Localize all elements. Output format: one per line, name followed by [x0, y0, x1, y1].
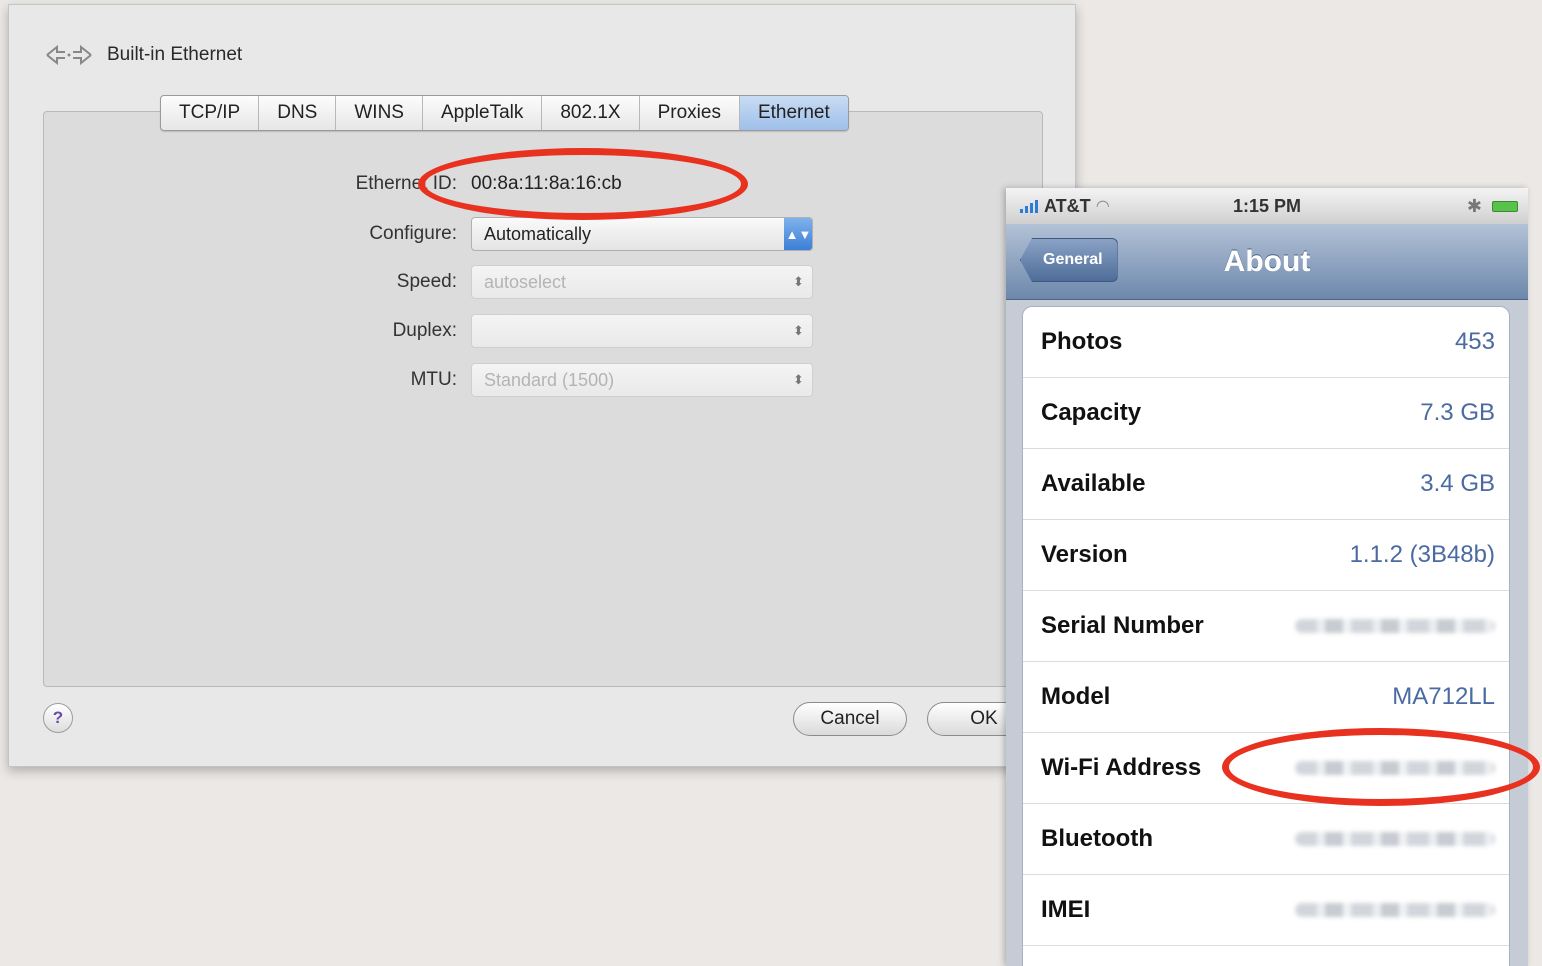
table-row: Wi-Fi Address [1023, 733, 1509, 804]
row-value: 453 [1454, 328, 1495, 355]
network-settings-sheet: Built-in Ethernet TCP/IP DNS WINS AppleT… [8, 4, 1076, 767]
row-key: Wi-Fi Address [1041, 754, 1202, 781]
tab-ethernet[interactable]: Ethernet [739, 96, 848, 130]
tab-bar: TCP/IP DNS WINS AppleTalk 802.1X Proxies… [160, 95, 849, 131]
row-value: MA712LL [1392, 683, 1495, 710]
row-value: 3.4 GB [1420, 470, 1495, 497]
tab-wins[interactable]: WINS [336, 96, 423, 130]
row-key: Bluetooth [1041, 825, 1153, 852]
mtu-label: MTU: [410, 369, 457, 390]
row-key: IMEI [1041, 896, 1091, 923]
ethernet-id-row: Ethernet ID: 00:8a:11:8a:16:cb [291, 173, 622, 195]
speed-label: Speed: [396, 271, 457, 292]
sheet-header: Built-in Ethernet [45, 43, 242, 67]
tab-dns[interactable]: DNS [259, 96, 337, 130]
screenshot-stage: Built-in Ethernet TCP/IP DNS WINS AppleT… [0, 0, 1542, 966]
ethernet-id-value: 00:8a:11:8a:16:cb [471, 173, 622, 194]
table-row: Serial Number [1023, 591, 1509, 662]
table-row: Model MA712LL [1023, 662, 1509, 733]
mtu-value: Standard (1500) [484, 369, 615, 390]
row-key: Capacity [1041, 399, 1142, 426]
status-time: 1:15 PM [1232, 195, 1302, 216]
blurred-value [1295, 832, 1495, 846]
configure-value: Automatically [484, 223, 592, 244]
row-value: 1.1.2 (3B48b) [1349, 541, 1495, 568]
duplex-label: Duplex: [392, 320, 457, 341]
row-key: Photos [1041, 328, 1123, 355]
battery-icon [1492, 200, 1518, 212]
mtu-row: MTU: Standard (1500) ⬍ [291, 363, 813, 397]
table-row: IMEI [1023, 875, 1509, 946]
about-table: Photos 453 Capacity 7.3 GB Available 3.4… [1022, 306, 1510, 966]
tab-8021x[interactable]: 802.1X [542, 96, 640, 130]
tab-tcpip[interactable]: TCP/IP [161, 96, 260, 130]
ethernet-id-label: Ethernet ID: [355, 173, 457, 194]
configure-label: Configure: [369, 223, 457, 244]
sheet-title: Built-in Ethernet [107, 44, 243, 65]
speed-row: Speed: autoselect ⬍ [291, 265, 813, 299]
tab-content-panel [43, 111, 1043, 687]
help-button[interactable]: ? [43, 703, 73, 733]
tab-proxies[interactable]: Proxies [640, 96, 740, 130]
duplex-row: Duplex: ⬍ [291, 314, 813, 348]
row-key: Version [1041, 541, 1128, 568]
table-row: Photos 453 [1023, 307, 1509, 378]
configure-row: Configure: Automatically ▲▼ [291, 217, 813, 251]
general-back-button[interactable]: General [1020, 238, 1118, 282]
navigation-bar: About General [1006, 224, 1528, 300]
popup-arrows-icon: ▲▼ [784, 218, 812, 250]
popup-arrows-icon: ⬍ [793, 323, 804, 338]
bluetooth-icon: ✱ [1466, 195, 1482, 216]
blurred-value [1295, 619, 1495, 633]
row-key: Serial Number [1041, 612, 1204, 639]
configure-popup[interactable]: Automatically ▲▼ [471, 217, 813, 251]
cancel-button[interactable]: Cancel [793, 702, 907, 736]
blurred-value [1295, 761, 1495, 775]
duplex-popup: ⬍ [471, 314, 813, 348]
iphone-screen: AT&T ◠ 1:15 PM ✱ About General Photos 45… [1006, 188, 1528, 966]
table-row: Bluetooth [1023, 804, 1509, 875]
popup-arrows-icon: ⬍ [793, 372, 804, 387]
table-row: Available 3.4 GB [1023, 449, 1509, 520]
table-row: Version 1.1.2 (3B48b) [1023, 520, 1509, 591]
tab-appletalk[interactable]: AppleTalk [423, 96, 543, 130]
status-right-icons: ✱ [1467, 196, 1518, 217]
popup-arrows-icon: ⬍ [793, 274, 804, 289]
row-key: Available [1041, 470, 1146, 497]
blurred-value [1295, 903, 1495, 917]
table-row: Capacity 7.3 GB [1023, 378, 1509, 449]
status-bar: AT&T ◠ 1:15 PM ✱ [1006, 188, 1528, 224]
row-key: Model [1041, 683, 1111, 710]
speed-popup: autoselect ⬍ [471, 265, 813, 299]
ethernet-arrows-icon [46, 44, 92, 66]
mtu-popup: Standard (1500) ⬍ [471, 363, 813, 397]
speed-value: autoselect [484, 271, 567, 292]
row-value: 7.3 GB [1420, 399, 1495, 426]
